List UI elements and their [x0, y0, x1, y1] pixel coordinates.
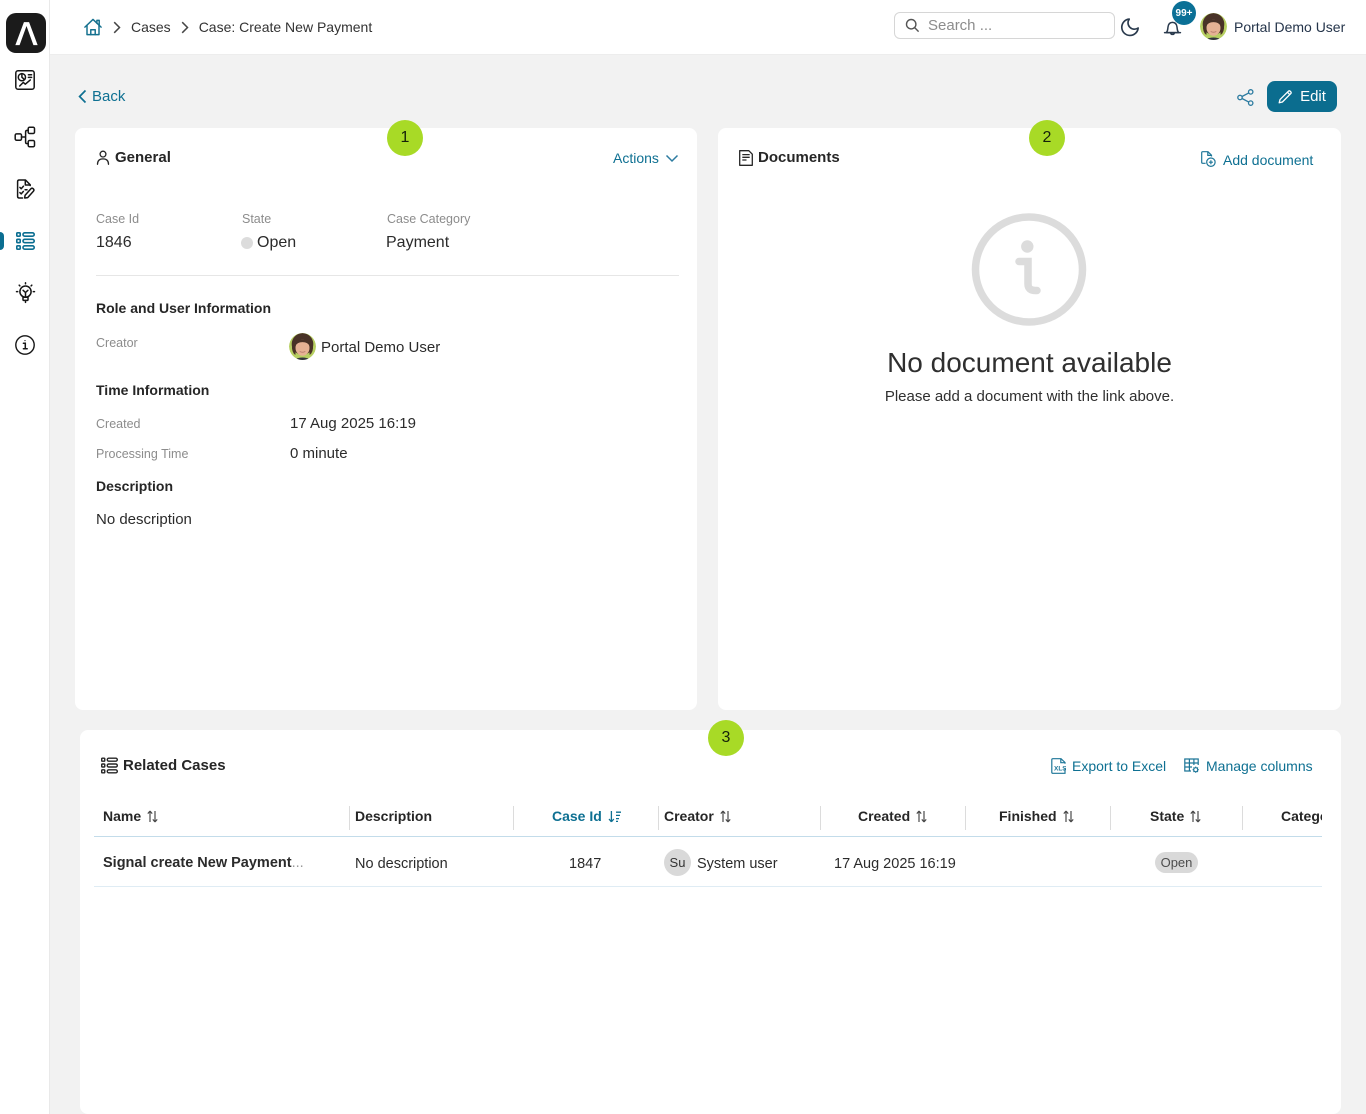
svg-text:XLS: XLS	[1054, 766, 1066, 773]
